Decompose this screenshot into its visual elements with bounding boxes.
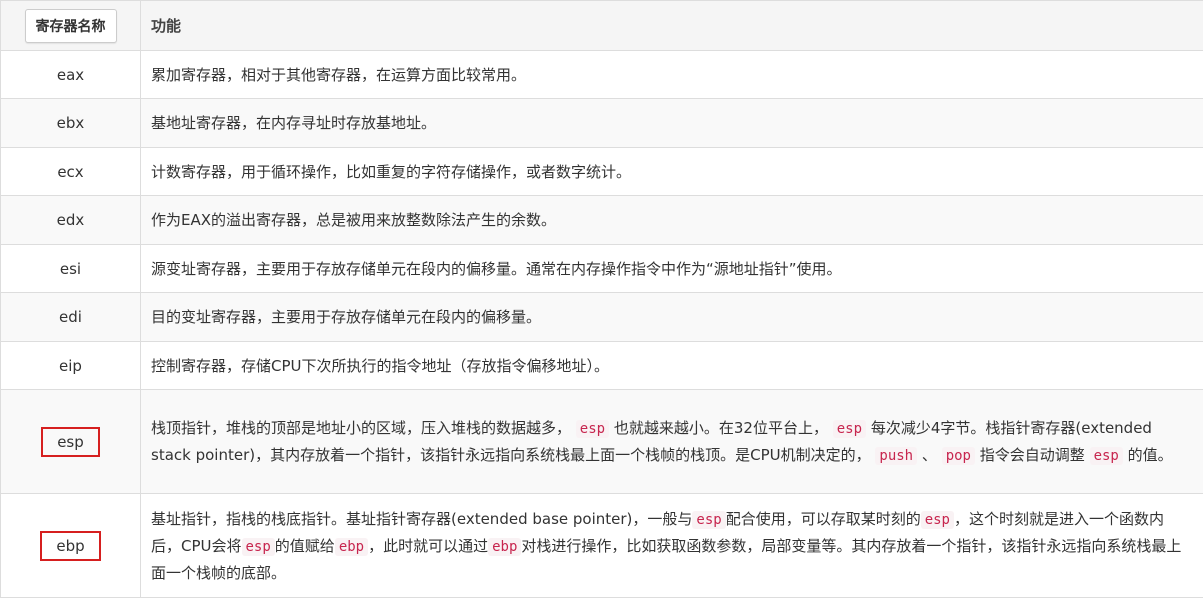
inline-code: esp (832, 419, 867, 438)
header-cell-function[interactable]: 功能 (140, 0, 1203, 51)
inline-code: pop (941, 446, 975, 465)
register-desc: 基址指针，指栈的栈底指针。基址指针寄存器(extended base point… (140, 493, 1203, 598)
register-desc: 栈顶指针，堆栈的顶部是地址小的区域，压入堆栈的数据越多， esp 也就越来越小。… (140, 389, 1203, 494)
desc-text: 也就越来越小。在32位平台上， (613, 418, 828, 437)
register-name: esi (0, 244, 141, 293)
inline-code: push (875, 446, 918, 465)
desc-text: 的值赋给 (274, 536, 335, 555)
table-row-esp: esp 栈顶指针，堆栈的顶部是地址小的区域，压入堆栈的数据越多， esp 也就越… (0, 389, 1203, 494)
sort-by-name-button[interactable]: 寄存器名称 (24, 8, 117, 43)
table-header-row: 寄存器名称 功能 (0, 0, 1203, 51)
inline-code: esp (1089, 446, 1123, 465)
register-name-highlighted: esp (41, 426, 100, 457)
table-row: ebx 基地址寄存器，在内存寻址时存放基地址。 (0, 98, 1203, 148)
inline-code: esp (692, 510, 726, 529)
inline-code: esp (575, 419, 610, 438)
inline-code: esp (241, 537, 275, 556)
table-row: edx 作为EAX的溢出寄存器，总是被用来放整数除法产生的余数。 (0, 195, 1203, 245)
register-name: ebx (0, 98, 141, 148)
table-row: eax 累加寄存器，相对于其他寄存器，在运算方面比较常用。 (0, 50, 1203, 99)
desc-text: ，此时就可以通过 (368, 536, 489, 555)
register-name-cell: esp (0, 389, 141, 494)
register-desc: 控制寄存器，存储CPU下次所执行的指令地址（存放指令偏移地址）。 (140, 341, 1203, 390)
register-desc: 作为EAX的溢出寄存器，总是被用来放整数除法产生的余数。 (140, 195, 1203, 245)
inline-code: esp (920, 510, 954, 529)
table-row-ebp: ebp 基址指针，指栈的栈底指针。基址指针寄存器(extended base p… (0, 493, 1203, 598)
register-name: eax (0, 50, 141, 99)
desc-text: 配合使用，可以存取某时刻的 (725, 509, 921, 528)
separator: 、 (921, 445, 937, 464)
desc-text: 指令会自动调整 (979, 445, 1085, 464)
header-cell-name: 寄存器名称 (0, 0, 141, 51)
register-desc: 源变址寄存器，主要用于存放存储单元在段内的偏移量。通常在内存操作指令中作为“源地… (140, 244, 1203, 293)
inline-code: ebp (334, 537, 369, 556)
register-name: edx (0, 195, 141, 245)
register-desc: 累加寄存器，相对于其他寄存器，在运算方面比较常用。 (140, 50, 1203, 99)
register-name-highlighted: ebp (40, 530, 101, 561)
register-name: eip (0, 341, 141, 390)
table-row: esi 源变址寄存器，主要用于存放存储单元在段内的偏移量。通常在内存操作指令中作… (0, 244, 1203, 293)
register-name-cell: ebp (0, 493, 141, 598)
register-table: 寄存器名称 功能 eax 累加寄存器，相对于其他寄存器，在运算方面比较常用。 e… (0, 0, 1203, 598)
table-row: eip 控制寄存器，存储CPU下次所执行的指令地址（存放指令偏移地址）。 (0, 341, 1203, 390)
table-row: ecx 计数寄存器，用于循环操作，比如重复的字符存储操作，或者数字统计。 (0, 147, 1203, 196)
register-desc: 基地址寄存器，在内存寻址时存放基地址。 (140, 98, 1203, 148)
inline-code: ebp (488, 537, 522, 556)
desc-text: 基址指针，指栈的栈底指针。基址指针寄存器(extended base point… (151, 509, 693, 528)
register-desc: 计数寄存器，用于循环操作，比如重复的字符存储操作，或者数字统计。 (140, 147, 1203, 196)
desc-text: 栈顶指针，堆栈的顶部是地址小的区域，压入堆栈的数据越多， (151, 418, 572, 437)
register-desc: 目的变址寄存器，主要用于存放存储单元在段内的偏移量。 (140, 292, 1203, 342)
table-row: edi 目的变址寄存器，主要用于存放存储单元在段内的偏移量。 (0, 292, 1203, 342)
register-name: ecx (0, 147, 141, 196)
desc-text: 的值。 (1127, 445, 1173, 464)
register-name: edi (0, 292, 141, 342)
